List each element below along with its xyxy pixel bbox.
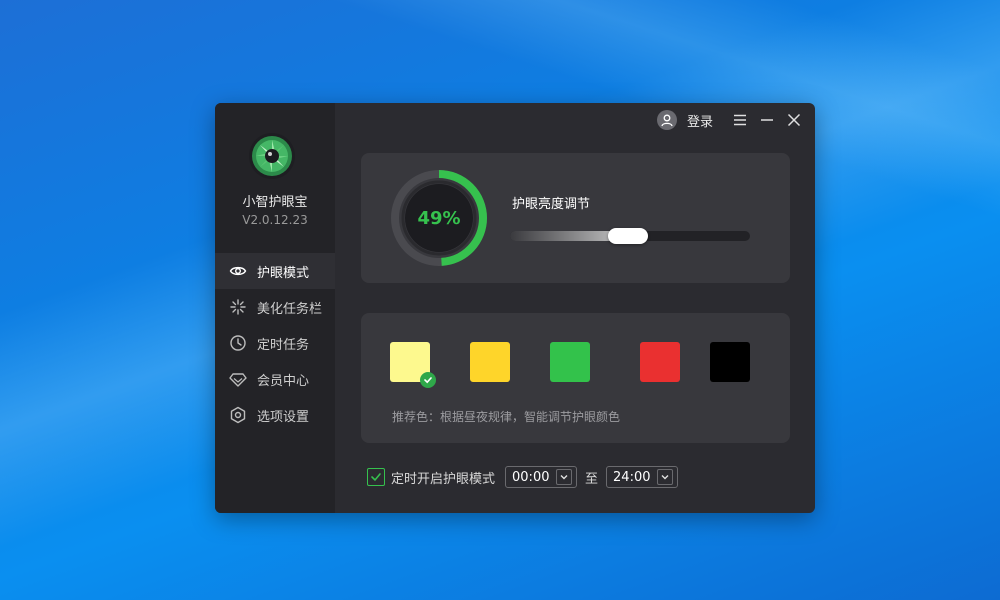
brightness-percent: 49% bbox=[417, 207, 461, 229]
end-time-select[interactable]: 24:00 bbox=[606, 466, 679, 488]
timer-row: 定时开启护眼模式 00:00 至 24:00 bbox=[367, 465, 679, 489]
hamburger-menu-icon[interactable] bbox=[727, 107, 753, 133]
clock-icon bbox=[229, 334, 247, 352]
sidebar-item-label: 会员中心 bbox=[257, 373, 310, 389]
color-swatch-yellow[interactable] bbox=[470, 342, 510, 382]
chevron-down-icon[interactable] bbox=[556, 469, 573, 485]
brightness-slider-thumb[interactable] bbox=[607, 228, 648, 244]
close-icon[interactable] bbox=[781, 107, 807, 133]
sidebar-item-label: 选项设置 bbox=[257, 409, 310, 425]
login-link[interactable]: 登录 bbox=[687, 111, 713, 130]
start-time-select[interactable]: 00:00 bbox=[505, 466, 578, 488]
color-card: 推荐色：根据昼夜规律，智能调节护眼颜色 bbox=[361, 313, 790, 443]
eye-icon bbox=[229, 262, 247, 280]
recommend-text: 推荐色：根据昼夜规律，智能调节护眼颜色 bbox=[392, 410, 621, 424]
to-label: 至 bbox=[585, 471, 599, 487]
app-name: 小智护眼宝 bbox=[242, 195, 308, 210]
sidebar-item-scheduled-task[interactable]: 定时任务 bbox=[215, 325, 335, 361]
sidebar: 小智护眼宝 V2.0.12.23 护眼模式 美化任务栏 定时任务 会员中心 选项… bbox=[215, 103, 335, 513]
chevron-down-icon[interactable] bbox=[657, 469, 674, 485]
sidebar-item-label: 定时任务 bbox=[257, 337, 310, 353]
brightness-slider[interactable] bbox=[510, 228, 750, 244]
app-logo-icon bbox=[249, 133, 295, 179]
brightness-title: 护眼亮度调节 bbox=[512, 197, 591, 212]
end-time-value: 24:00 bbox=[613, 469, 651, 485]
color-swatch-green[interactable] bbox=[550, 342, 590, 382]
selected-check-icon bbox=[420, 372, 436, 388]
sparkle-icon bbox=[229, 298, 247, 316]
sidebar-item-settings[interactable]: 选项设置 bbox=[215, 397, 335, 433]
sidebar-item-label: 护眼模式 bbox=[257, 265, 310, 281]
minimize-icon[interactable] bbox=[754, 107, 780, 133]
color-swatch-light-yellow[interactable] bbox=[390, 342, 436, 388]
timer-checkbox[interactable] bbox=[367, 468, 385, 486]
settings-icon bbox=[229, 406, 247, 424]
sidebar-nav: 护眼模式 美化任务栏 定时任务 会员中心 选项设置 bbox=[215, 253, 335, 433]
diamond-icon bbox=[229, 370, 247, 388]
color-swatch-red[interactable] bbox=[640, 342, 680, 382]
timer-label: 定时开启护眼模式 bbox=[391, 471, 496, 487]
start-time-value: 00:00 bbox=[512, 469, 550, 485]
sidebar-item-eye-mode[interactable]: 护眼模式 bbox=[215, 253, 335, 289]
app-version: V2.0.12.23 bbox=[242, 213, 308, 227]
sidebar-item-label: 美化任务栏 bbox=[257, 301, 323, 317]
color-swatch-black[interactable] bbox=[710, 342, 750, 382]
user-avatar-icon[interactable] bbox=[656, 110, 677, 130]
brightness-card: 49% 护眼亮度调节 bbox=[361, 153, 790, 283]
app-window: 小智护眼宝 V2.0.12.23 护眼模式 美化任务栏 定时任务 会员中心 选项… bbox=[215, 103, 815, 513]
title-bar: 登录 bbox=[656, 103, 815, 137]
sidebar-item-member-center[interactable]: 会员中心 bbox=[215, 361, 335, 397]
sidebar-item-beautify-taskbar[interactable]: 美化任务栏 bbox=[215, 289, 335, 325]
